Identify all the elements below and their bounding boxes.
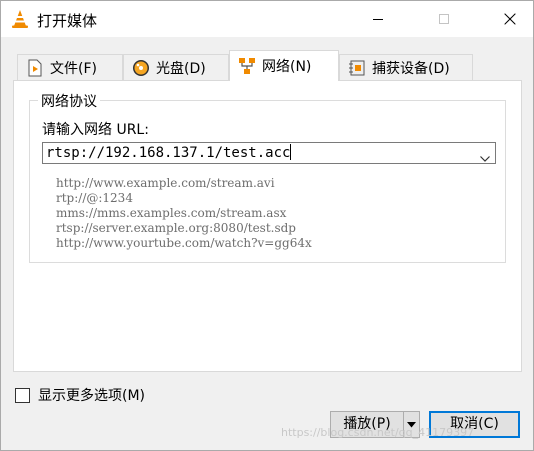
tab-file[interactable]: 文件(F) [17, 54, 123, 80]
example-line: mms://mms.examples.com/stream.asx [56, 206, 287, 220]
close-icon [504, 13, 516, 25]
network-protocol-group: 网络协议 请输入网络 URL: rtsp://192.168.137.1/tes… [29, 91, 506, 263]
network-url-combobox[interactable]: rtsp://192.168.137.1/test.acc [42, 142, 496, 164]
window-title: 打开媒体 [37, 12, 98, 30]
more-options-label: 显示更多选项(M) [38, 388, 146, 404]
file-play-icon [26, 59, 44, 77]
url-examples: http://www.example.com/stream.avi rtp://… [56, 176, 312, 251]
chevron-down-icon[interactable] [480, 149, 490, 169]
vlc-cone-icon [10, 9, 30, 29]
tab-capture-device[interactable]: 捕获设备(D) [339, 54, 473, 80]
minimize-button[interactable] [355, 1, 401, 37]
text-caret [290, 144, 292, 160]
close-button[interactable] [487, 1, 533, 37]
url-label: 请输入网络 URL: [42, 122, 149, 138]
example-line: http://www.yourtube.com/watch?v=gg64x [56, 236, 312, 250]
tab-network[interactable]: 网络(N) [229, 50, 339, 81]
tab-label: 网络(N) [262, 59, 312, 75]
open-media-dialog: 打开媒体 文件(F) 光盘(D) 网络(N) 捕获设备(D) 网络协议 请输入网… [0, 0, 534, 451]
network-tab-panel: 网络协议 请输入网络 URL: rtsp://192.168.137.1/tes… [13, 80, 522, 372]
minimize-icon [373, 19, 383, 20]
maximize-icon [439, 14, 449, 24]
maximize-button[interactable] [421, 1, 467, 37]
watermark: https://blog.csdn.net/qq_41179397 [281, 426, 475, 439]
disc-icon [132, 59, 150, 77]
tab-label: 文件(F) [50, 60, 97, 77]
more-options-checkbox[interactable] [15, 387, 30, 403]
example-line: rtsp://server.example.org:8080/test.sdp [56, 221, 296, 235]
example-line: http://www.example.com/stream.avi [56, 176, 275, 190]
example-line: rtp://@:1234 [56, 191, 133, 205]
tab-label: 光盘(D) [156, 60, 206, 77]
network-icon [238, 57, 256, 75]
url-input-value: rtsp://192.168.137.1/test.acc [46, 145, 291, 161]
title-bar: 打开媒体 [1, 1, 533, 37]
tab-disc[interactable]: 光盘(D) [123, 54, 229, 80]
tab-label: 捕获设备(D) [372, 60, 450, 77]
group-title: 网络协议 [38, 91, 100, 111]
more-options-row[interactable]: 显示更多选项(M) [15, 385, 145, 405]
capture-device-icon [348, 59, 366, 77]
